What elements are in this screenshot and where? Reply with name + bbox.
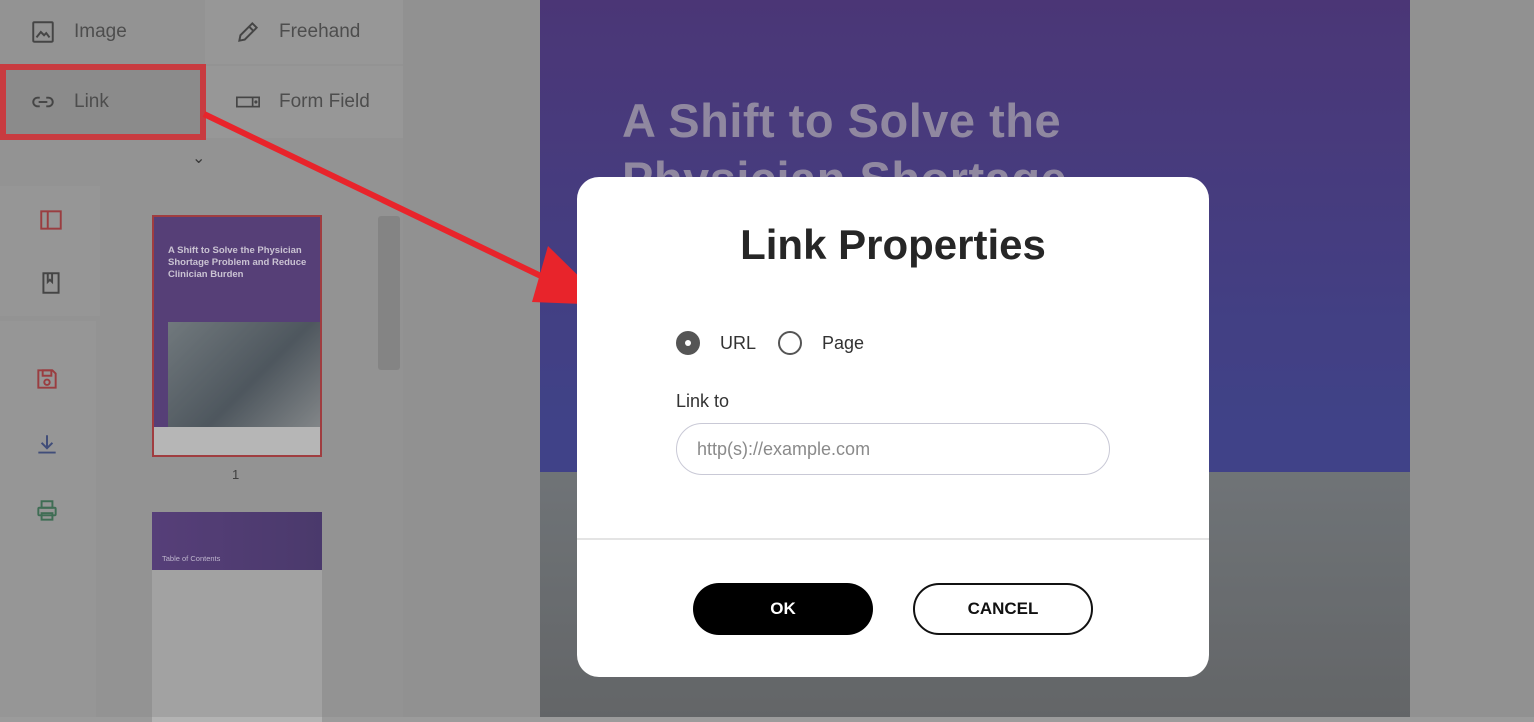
ok-button[interactable]: OK bbox=[693, 583, 873, 635]
link-type-radio-group: URL Page bbox=[676, 331, 886, 355]
dialog-divider bbox=[577, 538, 1209, 540]
cancel-button[interactable]: CANCEL bbox=[913, 583, 1093, 635]
url-radio-label[interactable]: URL bbox=[720, 333, 756, 354]
link-properties-dialog: Link Properties URL Page Link to OK CANC… bbox=[577, 177, 1209, 677]
link-url-input[interactable] bbox=[676, 423, 1110, 475]
link-to-label: Link to bbox=[676, 391, 730, 411]
url-radio[interactable] bbox=[676, 331, 700, 355]
page-radio-label[interactable]: Page bbox=[822, 333, 864, 354]
dialog-title: Link Properties bbox=[740, 221, 1046, 268]
page-radio[interactable] bbox=[778, 331, 803, 355]
